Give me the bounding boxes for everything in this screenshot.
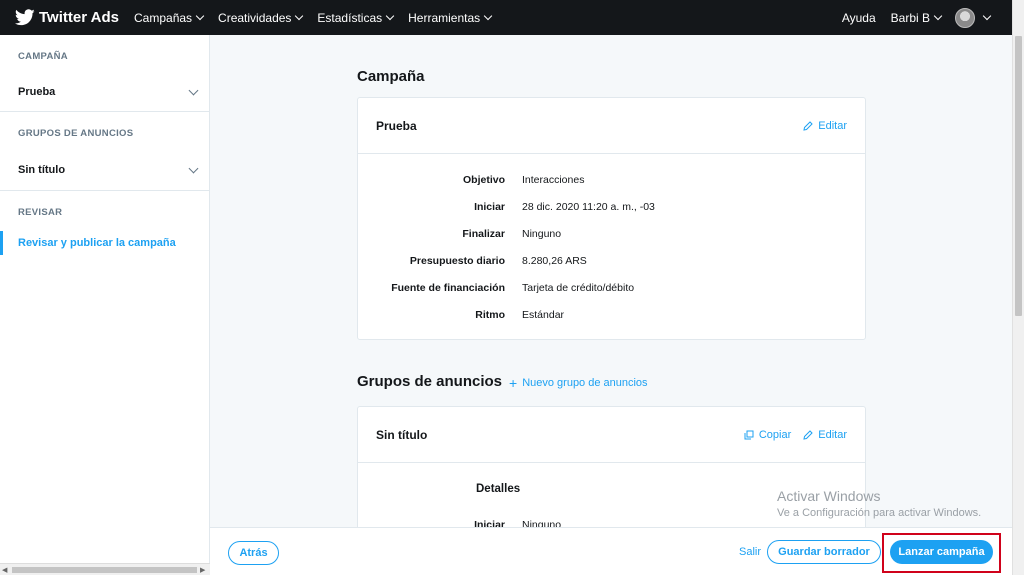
sidebar-heading: CAMPAÑA (18, 51, 68, 62)
nav-creatives[interactable]: Creatividades (218, 11, 304, 25)
back-button[interactable]: Atrás (228, 541, 279, 565)
chevron-down-icon (483, 11, 493, 21)
card-title: Sin título (376, 427, 428, 442)
footer-bar: Atrás Salir Guardar borrador Lanzar camp… (210, 527, 1012, 575)
detail-row: Ritmo Estándar (475, 308, 565, 321)
plus-icon: + (509, 375, 518, 391)
sidebar-item-review-publish[interactable]: Revisar y publicar la campaña (0, 231, 209, 255)
save-draft-button[interactable]: Guardar borrador (767, 540, 881, 564)
nav-statistics[interactable]: Estadísticas (317, 11, 395, 25)
new-ad-group-button[interactable]: + Nuevo grupo de anuncios (509, 376, 648, 390)
vertical-scrollbar[interactable] (1012, 0, 1024, 575)
nav-tools[interactable]: Herramientas (408, 11, 493, 25)
scrollbar-thumb[interactable] (12, 567, 197, 573)
campaign-details: Objetivo Interacciones Iniciar 28 dic. 202… (358, 154, 865, 328)
detail-row: Fuente de financiación Tarjeta de crédito… (391, 281, 635, 294)
account-name: Barbi B (890, 10, 930, 25)
sidebar-item-campaign[interactable]: Prueba (0, 73, 209, 111)
copy-icon (744, 430, 754, 439)
brand-logo[interactable]: Twitter Ads (15, 9, 119, 26)
campaign-card: Prueba Editar Objetivo Interacciones Inic… (357, 97, 866, 340)
sidebar-item-label: Prueba (18, 86, 56, 98)
sidebar-section-groups: GRUPOS DE ANUNCIOS Sin título (0, 112, 209, 191)
scroll-left-icon[interactable]: ◀ (2, 566, 7, 574)
chevron-down-icon (982, 11, 992, 21)
detail-row: Presupuesto diario 8.280,26 ARS (409, 254, 587, 267)
highlight-box (882, 533, 1001, 573)
sidebar-section-campaign: CAMPAÑA Prueba (0, 35, 209, 112)
ad-groups-section-title: Grupos de anuncios (357, 373, 503, 390)
top-navbar: Twitter Ads Campañas Creatividades Estad… (0, 0, 1012, 35)
edit-ad-group-button[interactable]: Editar (803, 429, 847, 441)
chevron-down-icon (933, 11, 943, 21)
card-header: Prueba Editar (358, 98, 865, 154)
pencil-icon (803, 120, 813, 131)
chevron-down-icon (188, 163, 199, 174)
brand-name: Twitter Ads (39, 9, 120, 26)
exit-link[interactable]: Salir (739, 546, 761, 558)
main-content: Campaña Prueba Editar Objetivo Interaccio… (211, 35, 1012, 527)
scrollbar-thumb[interactable] (1015, 36, 1022, 316)
sidebar-item-ad-group[interactable]: Sin título (0, 150, 209, 190)
horizontal-scrollbar[interactable]: ◀ ▶ (0, 563, 210, 575)
help-link[interactable]: Ayuda (842, 11, 876, 25)
card-header: Sin título Copiar Editar (358, 407, 865, 463)
nav-campaigns[interactable]: Campañas (134, 11, 205, 25)
avatar-menu[interactable] (955, 7, 992, 28)
sidebar: CAMPAÑA Prueba GRUPOS DE ANUNCIOS Sin tí… (0, 35, 210, 563)
avatar (955, 7, 975, 28)
detail-row: Iniciar 28 dic. 2020 11:20 a. m., -03 (474, 200, 655, 213)
twitter-bird-icon (15, 9, 35, 26)
windows-activation-watermark: Activar Windows Ve a Configuración para … (777, 488, 982, 519)
scroll-right-icon[interactable]: ▶ (200, 566, 205, 574)
chevron-down-icon (385, 11, 395, 21)
card-title: Prueba (376, 118, 417, 133)
chevron-down-icon (195, 11, 205, 21)
pencil-icon (803, 429, 813, 440)
sidebar-heading: GRUPOS DE ANUNCIOS (18, 128, 134, 139)
chevron-down-icon (295, 11, 304, 21)
detail-row: Objetivo Interacciones (462, 173, 585, 186)
sidebar-heading: REVISAR (18, 207, 63, 218)
edit-campaign-button[interactable]: Editar (803, 120, 847, 132)
sidebar-section-review: REVISAR Revisar y publicar la campaña (0, 191, 209, 255)
account-menu[interactable]: Barbi B (890, 10, 943, 25)
detail-row: Finalizar Ninguno (462, 227, 562, 240)
sidebar-item-label: Sin título (18, 164, 66, 176)
chevron-down-icon (188, 85, 199, 96)
campaign-section-title: Campaña (357, 68, 425, 85)
copy-ad-group-button[interactable]: Copiar (744, 429, 791, 441)
